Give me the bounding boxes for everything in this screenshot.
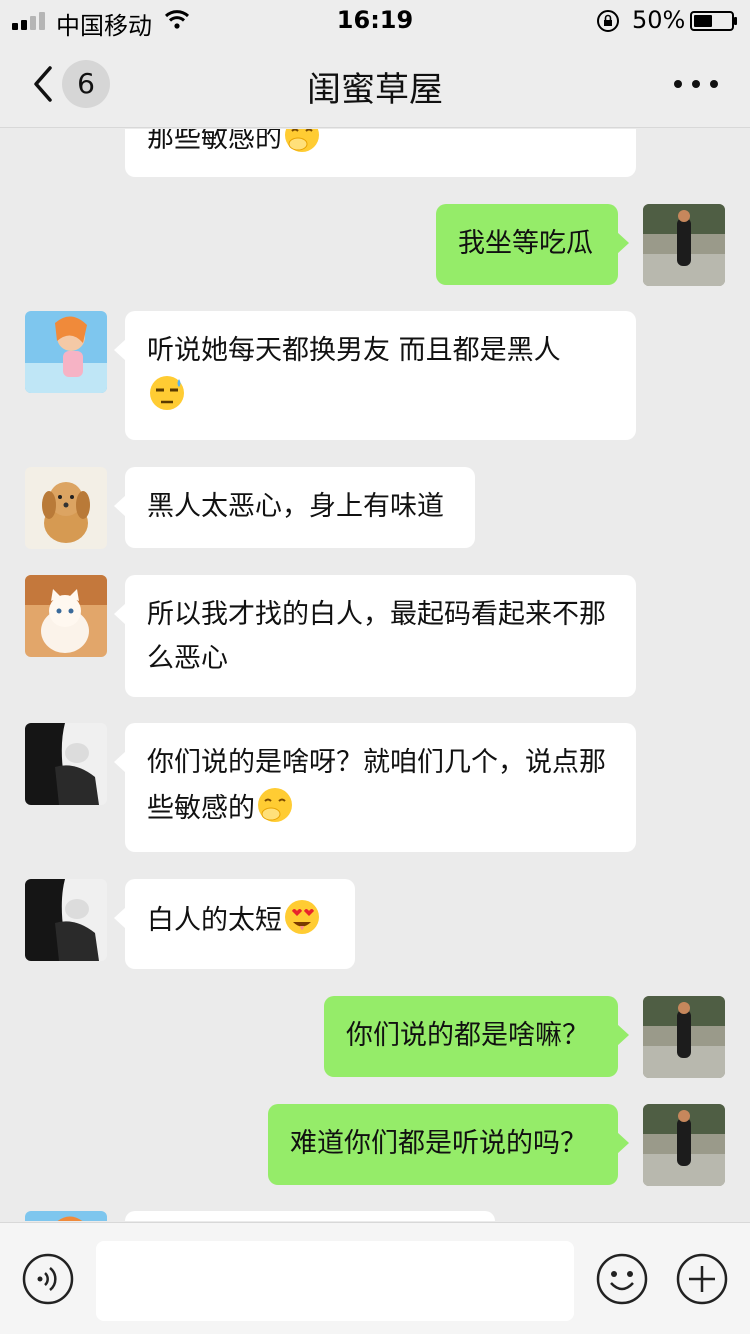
emoji-picker-icon[interactable] [596, 1253, 648, 1305]
sender-avatar[interactable] [25, 1211, 107, 1221]
status-bar: 中国移动 16:19 50% [0, 0, 750, 40]
message-text: 听说她每天都换男友 而且都是黑人 [147, 335, 561, 366]
sender-avatar[interactable] [25, 575, 107, 657]
my-avatar[interactable] [643, 204, 725, 286]
unamused-sweat-emoji-icon [147, 373, 187, 413]
incoming-message-bubble[interactable]: 所以我才找的白人，最起码看起来不那么恶心 [114, 575, 636, 697]
message-text: 黑人太恶心，身上有味道 [147, 491, 444, 522]
message-list[interactable]: 那些敏感的 我坐等吃瓜 听说她每天都换男友 而且都是黑人 黑人太恶心，身上有味道… [0, 129, 750, 1221]
my-avatar[interactable] [643, 996, 725, 1078]
message-text: 我坐等吃瓜 [458, 228, 593, 259]
outgoing-message-bubble[interactable]: 你们说的都是啥嘛？ [324, 996, 629, 1077]
more-options-icon[interactable] [672, 78, 720, 90]
message-text: 你们说的都是啥嘛？ [346, 1020, 589, 1051]
battery-percent: 50% [632, 6, 686, 34]
sender-avatar[interactable] [25, 879, 107, 961]
heart-eyes-drool-emoji-icon [282, 897, 322, 937]
message-input-bar [0, 1222, 750, 1334]
incoming-message-bubble[interactable]: 黑人太恶心，身上有味道 [114, 467, 475, 548]
message-text: 你们说的是啥呀？就咱们几个，说点那些敏感的 [147, 747, 606, 824]
message-text: 那些敏感的 [147, 129, 282, 154]
incoming-message-bubble[interactable]: 那些敏感的 [125, 129, 636, 177]
message-text: 难道你们都是听说的吗？ [290, 1128, 587, 1159]
hand-over-mouth-emoji-icon [282, 129, 322, 155]
incoming-message-bubble[interactable]: 你们说的是啥呀？就咱们几个，说点那些敏感的 [114, 723, 636, 852]
sender-avatar[interactable] [25, 311, 107, 393]
chat-title: 闺蜜草屋 [307, 70, 443, 110]
my-avatar[interactable] [643, 1104, 725, 1186]
outgoing-message-bubble[interactable]: 我坐等吃瓜 [436, 204, 629, 285]
hand-over-mouth-emoji-icon [255, 785, 295, 825]
more-actions-plus-icon[interactable] [676, 1253, 728, 1305]
voice-input-icon[interactable] [22, 1253, 74, 1305]
message-text-field[interactable] [96, 1241, 574, 1321]
outgoing-message-bubble[interactable]: 难道你们都是听说的吗？ [268, 1104, 629, 1185]
rotation-lock-icon [597, 10, 619, 32]
incoming-message-bubble[interactable]: 白人的太短 [114, 879, 355, 969]
message-text: 所以我才找的白人，最起码看起来不那么恶心 [147, 599, 606, 674]
sender-avatar[interactable] [25, 467, 107, 549]
incoming-message-bubble[interactable]: 听说她每天都换男友 而且都是黑人 [114, 311, 636, 440]
chat-header: 6 闺蜜草屋 [0, 40, 750, 128]
battery-icon [690, 11, 737, 31]
incoming-message-bubble[interactable] [125, 1211, 495, 1221]
sender-avatar[interactable] [25, 723, 107, 805]
message-text: 白人的太短 [147, 905, 282, 936]
